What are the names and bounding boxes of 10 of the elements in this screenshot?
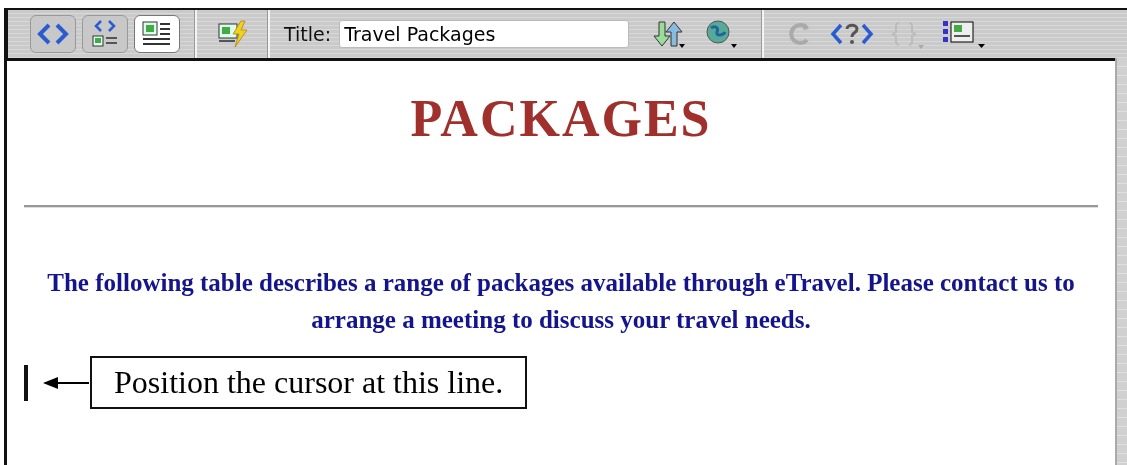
intro-paragraph: The following table describes a range of packages available through eTravel. Please contact us to arrange a meeting to discuss your travel needs. bbox=[46, 268, 1076, 335]
code-view-icon[interactable] bbox=[30, 15, 76, 53]
page-heading: PACKAGES bbox=[409, 89, 713, 149]
callout-box: Position the cursor at this line. bbox=[90, 356, 528, 409]
title-label: Title: bbox=[284, 23, 332, 45]
design-view-icon[interactable] bbox=[134, 15, 180, 53]
text-cursor bbox=[24, 364, 28, 401]
title-field[interactable]: Travel Packages bbox=[339, 20, 630, 48]
split-view-icon[interactable] bbox=[82, 15, 128, 53]
pointer-arrow bbox=[42, 375, 90, 390]
